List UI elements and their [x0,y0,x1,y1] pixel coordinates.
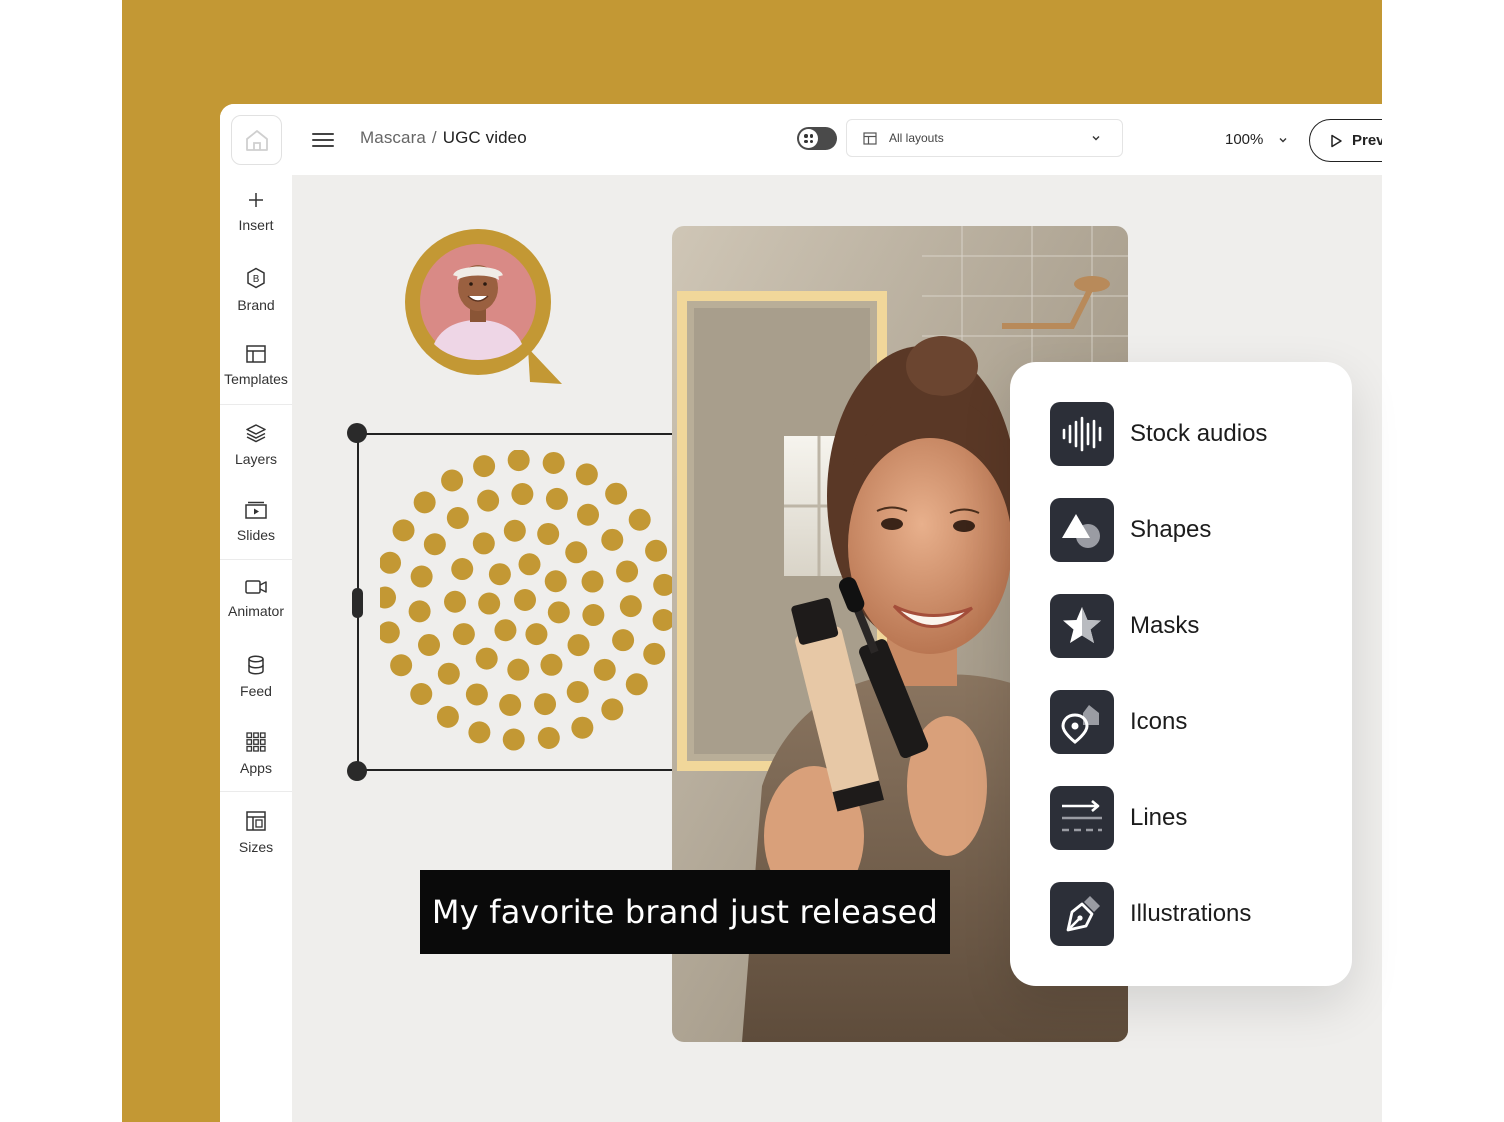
sidebar-item-layers[interactable]: Layers [220,423,292,467]
slides-icon [245,501,267,519]
avatar-bubble[interactable] [400,224,570,394]
preview-button[interactable]: Prev [1309,119,1382,162]
sidebar-item-label: Apps [240,760,272,776]
home-button[interactable] [231,115,282,165]
breadcrumb: Mascara / UGC video [360,128,527,148]
panel-item-stock-audios[interactable]: Stock audios [1050,402,1267,466]
sidebar-item-label: Templates [224,371,288,387]
breadcrumb-parent[interactable]: Mascara [360,128,426,148]
svg-text:B: B [253,274,260,285]
play-icon [1331,134,1342,147]
panel-item-shapes[interactable]: Shapes [1050,498,1211,562]
panel-item-label: Shapes [1130,516,1212,543]
templates-icon [246,345,266,363]
grid-icon [246,732,266,752]
grid-toggle[interactable] [797,127,837,150]
panel-item-label: Lines [1130,804,1188,831]
resize-handle-top-left[interactable] [347,423,367,443]
sidebar-item-label: Insert [238,217,274,233]
zoom-value: 100% [1225,131,1264,148]
panel-item-masks[interactable]: Masks [1050,594,1199,658]
sidebar-item-apps[interactable]: Apps [220,732,292,776]
sidebar-item-slides[interactable]: Slides [220,501,292,543]
plus-icon [249,193,263,207]
menu-button[interactable] [312,130,334,150]
panel-item-lines[interactable]: Lines [1050,786,1187,850]
location-pin-icon [1050,690,1114,754]
star-mask-icon [1050,594,1114,658]
sidebar-item-animator[interactable]: Animator [220,579,292,619]
sidebar-item-brand[interactable]: B Brand [220,267,292,313]
panel-item-label: Masks [1130,612,1200,639]
sidebar-item-sizes[interactable]: Sizes [220,811,292,855]
shapes-icon [1050,498,1114,562]
layouts-select-value: All layouts [889,131,944,145]
breadcrumb-current: UGC video [442,128,527,147]
panel-item-label: Stock audios [1130,420,1268,447]
resize-handle-bottom-left[interactable] [347,761,367,781]
preview-label: Prev [1352,132,1382,149]
sidebar-item-label: Sizes [238,839,274,855]
grid-dots-icon [799,129,818,148]
layers-icon [246,424,266,443]
sidebar-divider [220,791,292,792]
audio-wave-icon [1050,402,1114,466]
chevron-down-icon [1092,136,1100,141]
pen-nib-icon [1050,882,1114,946]
sidebar-item-label: Animator [227,603,285,619]
sidebar-divider [220,559,292,560]
database-icon [248,655,264,675]
hamburger-icon [312,133,334,135]
sidebar-item-label: Feed [240,683,272,699]
lines-icon [1050,786,1114,850]
sidebar-item-label: Slides [236,527,276,543]
selection-frame[interactable] [357,433,708,771]
video-camera-icon [245,580,267,594]
sidebar-item-feed[interactable]: Feed [220,655,292,699]
layout-icon [863,131,877,145]
brand-hexagon-icon: B [247,267,265,289]
chevron-down-icon [1279,137,1287,142]
panel-item-label: Illustrations [1130,900,1252,927]
top-bar: Mascara / UGC video All layouts 100% Pre… [220,104,1382,175]
sidebar-item-templates[interactable]: Templates [220,345,292,387]
sidebar-divider [220,404,292,405]
caption-text-box[interactable]: My favorite brand just released [420,870,950,954]
sidebar-item-insert[interactable]: Insert [220,191,292,233]
sidebar-item-label: Brand [237,297,275,313]
caption-text: My favorite brand just released [431,893,939,931]
resize-handle-left[interactable] [352,588,363,618]
panel-item-label: Icons [1130,708,1188,735]
insert-elements-panel: Stock audios Shapes Masks Icons Lines Il… [1010,362,1352,986]
sizes-icon [246,811,266,831]
panel-item-illustrations[interactable]: Illustrations [1050,882,1251,946]
zoom-control[interactable]: 100% [1225,131,1289,148]
sidebar: Insert B Brand Templates Layers Slides A… [220,175,292,1122]
panel-item-icons[interactable]: Icons [1050,690,1187,754]
home-icon [245,130,268,151]
breadcrumb-separator: / [431,128,437,147]
sidebar-item-label: Layers [234,451,278,467]
layouts-select[interactable]: All layouts [846,119,1123,157]
